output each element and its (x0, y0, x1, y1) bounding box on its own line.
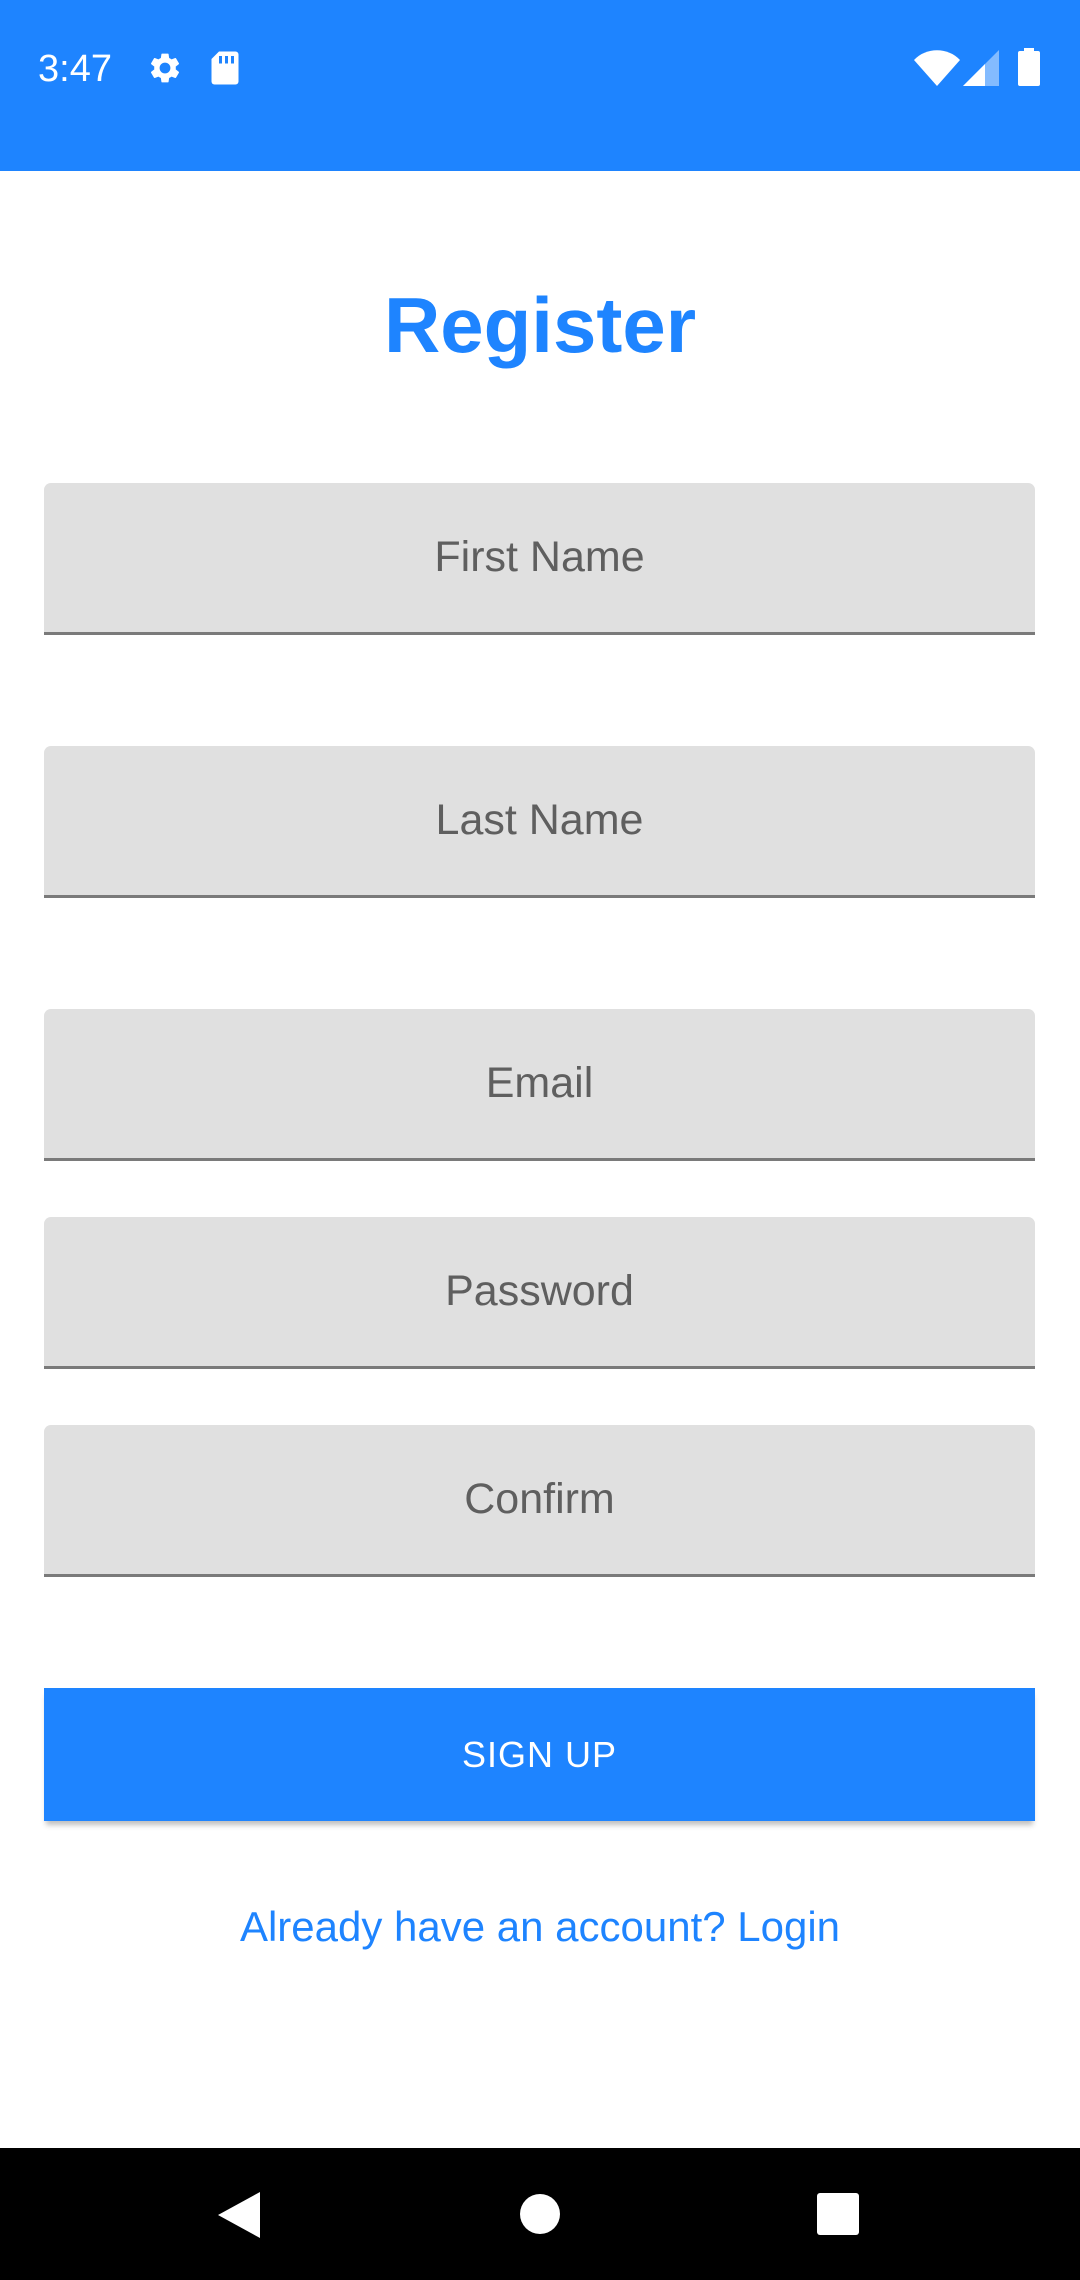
home-icon[interactable] (520, 2194, 560, 2234)
wifi-icon (914, 50, 960, 86)
confirm-password-input[interactable] (44, 1425, 1035, 1574)
first-name-field[interactable] (44, 483, 1035, 635)
navigation-bar (0, 2148, 1080, 2280)
sd-card-icon (211, 51, 239, 85)
register-screen: Register SIGN UP Already have an account… (0, 171, 1080, 2148)
status-bar: 3:47 (0, 0, 1080, 171)
recents-icon[interactable] (817, 2193, 859, 2235)
login-link[interactable]: Already have an account? Login (0, 1901, 1080, 1953)
back-icon[interactable] (218, 2192, 260, 2238)
first-name-input[interactable] (44, 483, 1035, 632)
gear-icon (150, 53, 180, 83)
email-input[interactable] (44, 1009, 1035, 1158)
email-field[interactable] (44, 1009, 1035, 1161)
last-name-field[interactable] (44, 746, 1035, 898)
status-time: 3:47 (38, 48, 112, 90)
page-title: Register (383, 281, 697, 369)
password-input[interactable] (44, 1217, 1035, 1366)
sign-up-button[interactable]: SIGN UP (44, 1688, 1035, 1821)
cell-signal-icon (963, 50, 999, 86)
confirm-password-field[interactable] (44, 1425, 1035, 1577)
battery-icon (1018, 48, 1040, 86)
last-name-input[interactable] (44, 746, 1035, 895)
password-field[interactable] (44, 1217, 1035, 1369)
